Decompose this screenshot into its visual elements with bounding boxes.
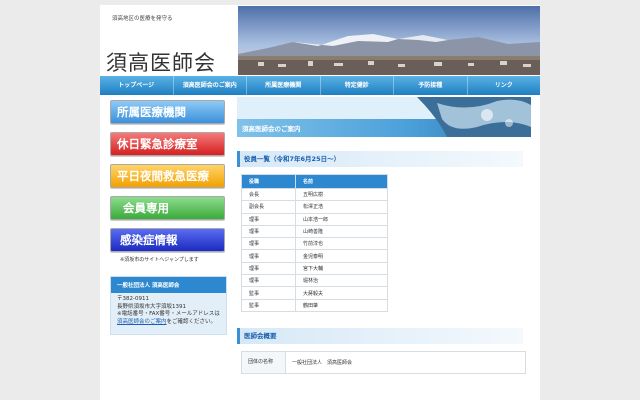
nav-top-page[interactable]: トップページ	[100, 76, 174, 95]
nav-member-institutions[interactable]: 所属医療機関	[247, 76, 321, 95]
association-contact-prefix: ※電話番号・FAX番号・メールアドレスは	[117, 311, 220, 318]
officer-name: 松澤正浩	[295, 200, 388, 214]
officer-name: 金児泰明	[295, 249, 388, 263]
table-row: 監事 大蔣毅夫	[241, 286, 388, 300]
association-contact-suffix: をご確認ください。	[166, 318, 217, 325]
sidebar-infection-info-button[interactable]: 感染症情報	[110, 228, 225, 252]
table-row: 副会長 松澤正浩	[241, 200, 388, 214]
overview-heading: 医師会概要	[237, 327, 523, 344]
banner-title: 須高医師会のご案内	[242, 125, 301, 133]
officer-role: 理事	[241, 249, 296, 263]
site-header: 須高地区の医療を発守る 須高医師会	[100, 5, 540, 75]
officer-name: 大蔣毅夫	[295, 286, 388, 300]
officer-role: 副会長	[241, 200, 296, 214]
officer-role: 理事	[241, 237, 296, 251]
officer-role: 理事	[241, 224, 296, 239]
officer-role: 監事	[241, 298, 296, 312]
sidebar-external-note: ※須坂市のサイトへジャンプします	[120, 257, 199, 263]
officer-role: 理事	[241, 274, 296, 288]
page-container: 須高地区の医療を発守る 須高医師会 トップページ 須高医師会のご案内 所属医療機…	[100, 5, 540, 400]
column-header-name: 名前	[295, 174, 388, 189]
association-title: 一般社団法人 須高医師会	[111, 277, 226, 293]
overview-table: 団体の名称 一般社団法人 須高医師会	[241, 350, 526, 374]
site-tagline: 須高地区の医療を発守る	[112, 16, 173, 22]
main-content: 須高医師会のご案内 役員一覧（令和7年6月25日〜） 役職 名前 会長 五明広樹 …	[237, 97, 531, 374]
officer-role: 監事	[241, 286, 296, 300]
overview-value: 一般社団法人 須高医師会	[285, 350, 526, 374]
officer-name: 堀林治	[295, 274, 388, 288]
officer-role: 会長	[241, 187, 296, 202]
officer-name: 山本浩一郎	[295, 212, 388, 226]
table-row: 理事 山本浩一郎	[241, 212, 388, 226]
section-banner: 須高医師会のご案内	[237, 97, 531, 137]
officer-name: 宮下大輔	[295, 261, 388, 276]
officer-name: 竹前淳也	[295, 237, 388, 251]
nav-association-guide[interactable]: 須高医師会のご案内	[174, 76, 247, 95]
officer-role: 理事	[241, 212, 296, 226]
table-row: 理事 堀林治	[241, 274, 388, 288]
sidebar: 所属医療機関 休日緊急診療室 平日夜間救急医療 会員専用 感染症情報 ※須坂市の…	[110, 100, 228, 336]
table-row: 理事 山崎善隆	[241, 224, 388, 239]
table-row: 理事 竹前淳也	[241, 237, 388, 251]
officers-header-row: 役職 名前	[241, 174, 388, 189]
header-hero-image	[238, 6, 540, 75]
officers-heading: 役員一覧（令和7年6月25日〜）	[237, 151, 523, 167]
site-logo[interactable]: 須高医師会	[106, 47, 216, 77]
officer-name: 鶴田肇	[295, 298, 388, 312]
association-contact-note: ※電話番号・FAX番号・メールアドレスは須高医師会のご案内をご確認ください。	[117, 311, 220, 326]
table-row: 監事 鶴田肇	[241, 298, 388, 312]
officer-role: 理事	[241, 261, 296, 276]
table-row: 理事 宮下大輔	[241, 261, 388, 276]
table-row: 理事 金児泰明	[241, 249, 388, 263]
sidebar-night-emergency-button[interactable]: 平日夜間救急医療	[110, 164, 225, 188]
association-postal: 〒382-0911	[117, 296, 149, 302]
association-guide-link[interactable]: 須高医師会のご案内	[117, 319, 167, 325]
hero-landscape-icon	[238, 6, 540, 75]
global-nav: トップページ 須高医師会のご案内 所属医療機関 特定健診 予防接種 リンク	[100, 76, 540, 95]
sidebar-members-only-button[interactable]: 会員専用	[110, 196, 225, 220]
table-row: 団体の名称 一般社団法人 須高医師会	[241, 350, 526, 374]
officer-name: 山崎善隆	[295, 224, 388, 239]
table-row: 会長 五明広樹	[241, 187, 388, 202]
officer-name: 五明広樹	[295, 187, 388, 202]
nav-health-checkup[interactable]: 特定健診	[321, 76, 394, 95]
sidebar-member-institutions-button[interactable]: 所属医療機関	[110, 100, 225, 124]
column-header-role: 役職	[241, 174, 296, 189]
sidebar-holiday-clinic-button[interactable]: 休日緊急診療室	[110, 132, 225, 156]
association-info-box: 一般社団法人 須高医師会 〒382-0911 長野県須坂市大字須坂1391 ※電…	[110, 276, 227, 336]
association-body: 〒382-0911 長野県須坂市大字須坂1391 ※電話番号・FAX番号・メール…	[111, 293, 226, 334]
nav-vaccination[interactable]: 予防接種	[394, 76, 468, 95]
officers-table: 役職 名前 会長 五明広樹 副会長 松澤正浩 理事 山本浩一郎 理事 山崎善隆 理事 竹前…	[241, 174, 388, 312]
nav-links[interactable]: リンク	[468, 76, 541, 95]
overview-key: 団体の名称	[241, 350, 286, 374]
